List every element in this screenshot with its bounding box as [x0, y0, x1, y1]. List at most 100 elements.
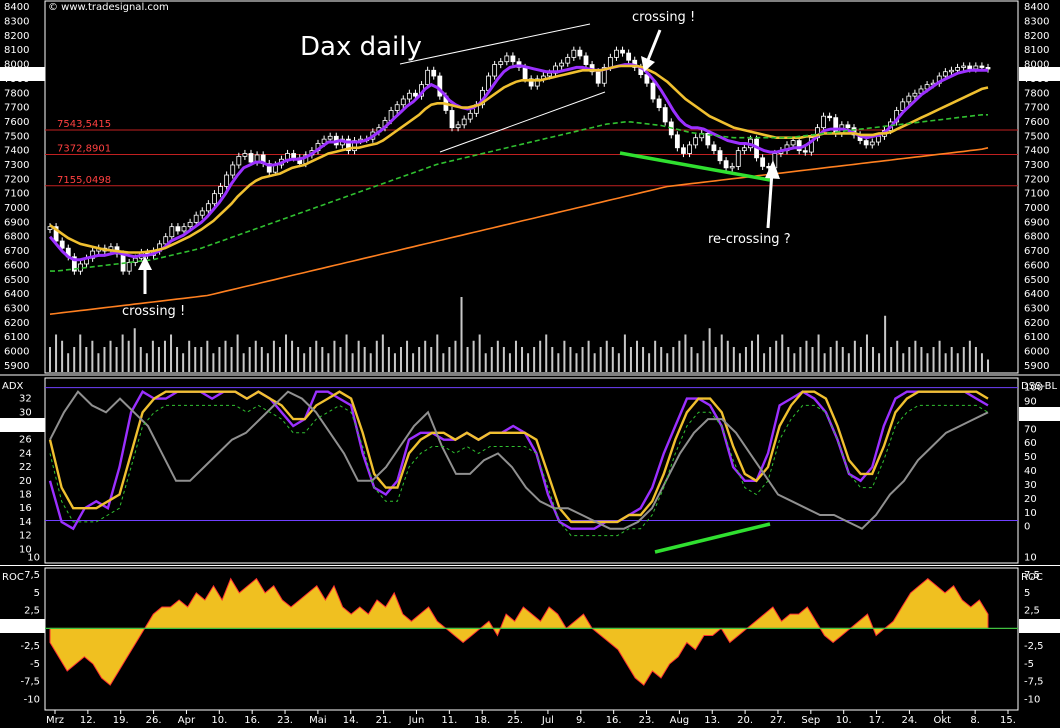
- volume-bar: [884, 315, 887, 372]
- price-tick-right: 8200: [1024, 31, 1049, 42]
- volume-bar: [636, 340, 639, 372]
- volume-bar: [593, 353, 596, 372]
- volume-bar: [484, 353, 487, 372]
- x-tick-label: 20.: [737, 715, 753, 726]
- indicator-label-right: DSS-BL: [1021, 381, 1058, 392]
- volume-bar: [375, 340, 378, 372]
- indicator-tick-left: 18: [19, 489, 32, 500]
- price-tick-right: 8100: [1024, 45, 1049, 56]
- x-tick-label: Okt: [933, 715, 951, 726]
- price-tick-right: 6000: [1024, 346, 1049, 357]
- volume-bar: [678, 340, 681, 372]
- volume-bar: [430, 347, 433, 372]
- candle-body: [199, 210, 205, 216]
- series-line-dss: [48, 390, 989, 531]
- volume-bar: [67, 353, 70, 372]
- volume-bar: [654, 340, 657, 372]
- volume-bar: [684, 334, 687, 372]
- volume-bar: [744, 347, 747, 372]
- price-tick-right: 7300: [1024, 160, 1049, 171]
- candle-body: [193, 214, 199, 223]
- candle-body: [449, 110, 455, 129]
- price-tick-right: 6300: [1024, 303, 1049, 314]
- price-tick-left: 8100: [4, 45, 29, 56]
- indicator-tick-right: 60: [1024, 438, 1037, 449]
- volume-bar: [285, 334, 288, 372]
- candle-body: [577, 49, 583, 57]
- volume-bar: [260, 347, 263, 372]
- candle-body: [498, 61, 504, 65]
- volume-bar: [454, 340, 457, 372]
- candle-body: [741, 147, 747, 152]
- volume-bar: [496, 340, 499, 372]
- volume-bar: [73, 347, 76, 372]
- volume-bar: [521, 347, 524, 372]
- volume-bar: [236, 334, 239, 372]
- x-tick-label: 15.: [1000, 715, 1016, 726]
- volume-bar: [97, 353, 100, 372]
- indicator-tick-left: 22: [19, 462, 32, 473]
- volume-bar: [85, 347, 88, 372]
- volume-bar: [557, 353, 560, 372]
- price-tick-right: 5900: [1024, 361, 1049, 372]
- volume-bar: [406, 340, 409, 372]
- candle-body: [504, 55, 510, 63]
- indicator-tick-left: 24: [19, 448, 32, 459]
- x-tick-label: 12.: [80, 715, 96, 726]
- volume-bar: [920, 347, 923, 372]
- volume-bar: [962, 347, 965, 372]
- price-tick-left: 7600: [4, 117, 29, 128]
- candle-body: [205, 203, 211, 212]
- indicator-tick-right: 20: [1024, 494, 1037, 505]
- indicator-tick-right: 70: [1024, 424, 1037, 435]
- level-label: 7155,0498: [57, 175, 111, 186]
- indicator-tick-left: 14: [19, 517, 32, 528]
- volume-bar: [775, 340, 778, 372]
- candle-body: [875, 135, 881, 143]
- volume-bar: [944, 353, 947, 372]
- volume-bar: [853, 340, 856, 372]
- series-line-signal-yellow: [48, 390, 989, 524]
- volume-bar: [272, 340, 275, 372]
- divergence-line-price: [619, 151, 771, 182]
- volume-bar: [793, 353, 796, 372]
- candle-body: [565, 56, 571, 64]
- volume-bar: [569, 347, 572, 372]
- level-label: 7372,8901: [57, 144, 111, 155]
- series-line-ma-green: [50, 114, 988, 272]
- volume-bar: [224, 340, 227, 372]
- candle-body: [717, 150, 723, 162]
- roc-last-right: 1,4729: [1024, 622, 1059, 633]
- source-credit: © www.tradesignal.com: [48, 2, 169, 13]
- volume-bar: [55, 334, 58, 372]
- level-label: 7543,5415: [57, 119, 111, 130]
- roc-tick-right: -10: [1024, 694, 1040, 705]
- volume-bar: [115, 347, 118, 372]
- roc-tick-left: -7,5: [20, 677, 40, 688]
- volume-bar: [49, 347, 51, 372]
- volume-bar: [103, 347, 106, 372]
- volume-bar: [841, 347, 844, 372]
- candle-body: [467, 112, 473, 120]
- volume-bar: [617, 353, 620, 372]
- x-tick-label: 23.: [277, 715, 293, 726]
- candle-body: [955, 67, 960, 71]
- annotation-text: re-crossing ?: [708, 232, 791, 247]
- volume-bar: [987, 359, 989, 372]
- volume-bar: [605, 340, 608, 372]
- price-tick-right: 7100: [1024, 189, 1049, 200]
- indicator-tick-right: 50: [1024, 452, 1037, 463]
- price-tick-right: 6200: [1024, 318, 1049, 329]
- volume-bar: [460, 297, 463, 372]
- candle-body: [845, 124, 851, 129]
- roc-tick-left: 7,5: [24, 570, 40, 581]
- volume-bar: [878, 353, 881, 372]
- roc-tick-left: -5: [30, 659, 40, 670]
- price-tick-right: 6800: [1024, 232, 1049, 243]
- volume-bar: [254, 340, 257, 372]
- x-tick-label: 24.: [901, 715, 917, 726]
- indicator-tick-right: 40: [1024, 466, 1037, 477]
- x-tick-label: 10.: [836, 715, 852, 726]
- volume-bar: [230, 347, 233, 372]
- volume-bar: [303, 353, 306, 372]
